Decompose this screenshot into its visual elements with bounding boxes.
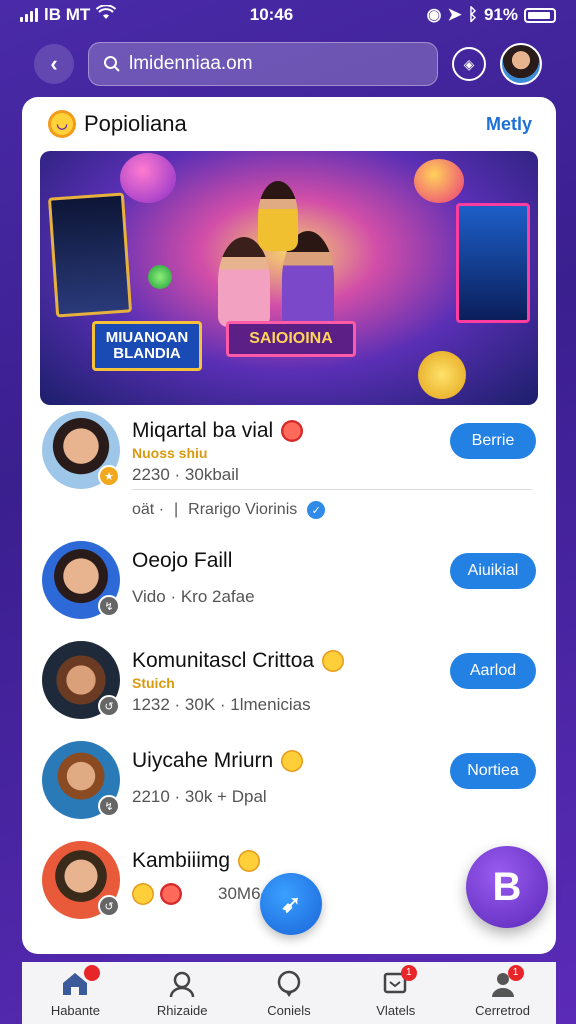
banner-image[interactable]: MIUANOAN BLANDIA SAIOIOINA xyxy=(40,151,538,405)
card-header: ◡ Popioliana Metly xyxy=(22,97,556,151)
back-button[interactable]: ‹ xyxy=(34,44,74,84)
nav-item-search[interactable]: Rhizaide xyxy=(137,969,227,1018)
status-bar: lB MT 10:46 ◉ ➤ ᛒ 91% xyxy=(0,0,576,30)
avatar: ↯ xyxy=(42,541,120,619)
banner-balloon xyxy=(120,153,176,203)
nav-badge: 1 xyxy=(400,964,417,981)
banner-coin xyxy=(418,351,466,399)
nav-item-comments[interactable]: Coniels xyxy=(244,969,334,1018)
emoji-icon xyxy=(322,650,345,672)
nav-label: Cerretrod xyxy=(475,1002,531,1018)
main-card: ◡ Popioliana Metly MIUANOAN BLANDIA SAIO… xyxy=(22,97,556,954)
list-item-meta: 2210 · 30k + Dpal xyxy=(132,787,267,806)
fab-label: B xyxy=(492,864,522,909)
profile-avatar[interactable] xyxy=(500,43,542,85)
list-item-name: Komunitascl Crittoa xyxy=(132,649,315,672)
emoji-icon xyxy=(281,420,304,442)
wifi-icon xyxy=(96,3,117,26)
nav-badge xyxy=(84,964,101,981)
emoji-icon xyxy=(160,883,182,905)
status-right: ◉ ➤ ᛒ 91% xyxy=(427,5,556,25)
status-left: lB MT xyxy=(20,3,117,26)
badge-icon: ↯ xyxy=(98,795,120,817)
card-title: Popioliana xyxy=(84,111,187,136)
nav-label: Vlatels xyxy=(376,1002,416,1018)
banner-person xyxy=(218,237,270,327)
more-link[interactable]: Metly xyxy=(486,114,532,135)
list-item-meta: 1232 · 30K · 1lmenicias xyxy=(132,695,311,714)
banner-person xyxy=(258,181,298,251)
chevron-left-icon: ‹ xyxy=(50,51,58,76)
list-item-name: Oeojo Faill xyxy=(132,549,233,572)
chat-bubble-icon xyxy=(274,969,304,999)
nav-item-home[interactable]: Habante xyxy=(30,964,120,1018)
channel-list: ★ Miqartal ba vial Nuoss shiu 2230 · 30k… xyxy=(22,405,556,935)
share-icon: ➹ xyxy=(280,890,302,918)
filter-icon: ◈ xyxy=(463,55,475,72)
avatar: ↯ xyxy=(42,741,120,819)
share-fab[interactable]: ➹ xyxy=(260,873,322,935)
follow-button[interactable]: Nortiea xyxy=(450,753,536,789)
filter-button[interactable]: ◈ xyxy=(452,47,486,81)
list-item-name: Kambiiimg xyxy=(132,849,231,872)
user-search-icon xyxy=(167,969,197,999)
card-title-group: ◡ Popioliana xyxy=(48,110,187,138)
badge-icon: ★ xyxy=(98,465,120,487)
list-item-subrow: oät · | Rrarigo Viorinis ✓ xyxy=(132,501,326,519)
bottom-nav: Habante Rhizaide Coniels 1 Vlatels 1 Cer… xyxy=(22,962,556,1024)
nav-label: Habante xyxy=(50,1002,100,1018)
badge-icon: ↯ xyxy=(98,595,120,617)
battery-icon xyxy=(524,7,556,23)
badge-icon: ↺ xyxy=(98,695,120,717)
carrier-label: lB MT xyxy=(44,5,91,24)
search-box[interactable] xyxy=(88,42,438,86)
banner-orb xyxy=(148,265,172,289)
banner-sign-left: MIUANOAN BLANDIA xyxy=(92,321,202,371)
nav-badge: 1 xyxy=(507,964,524,981)
verified-icon: ✓ xyxy=(307,501,326,519)
emoji-icon xyxy=(238,850,261,872)
list-item[interactable]: ↯ Oeojo Faill Vido · Kro 2afae Aiuikial xyxy=(22,535,556,635)
banner-sign-center: SAIOIOINA xyxy=(226,321,356,357)
emoji-icon xyxy=(132,883,154,905)
list-item-name: Miqartal ba vial xyxy=(132,419,274,442)
follow-button[interactable]: Aarlod xyxy=(450,653,536,689)
location-icon: ➤ xyxy=(447,5,462,24)
list-item[interactable]: ↺ Komunitascl Crittoa Stuich 1232 · 30K … xyxy=(22,635,556,735)
list-item[interactable]: ↯ Uiycahe Mriurn 2210 · 30k + Dpal Norti… xyxy=(22,735,556,835)
status-time: 10:46 xyxy=(249,5,294,24)
subrow-right: Rrarigo Viorinis xyxy=(188,501,298,518)
nav-item-views[interactable]: 1 Vlatels xyxy=(351,964,441,1018)
emoji-icon xyxy=(281,750,304,772)
signal-icon xyxy=(20,8,38,22)
main-fab[interactable]: B xyxy=(466,846,548,928)
alarm-icon: ◉ xyxy=(426,5,442,24)
header: ‹ ◈ xyxy=(0,38,576,90)
banner-screen-left xyxy=(47,192,133,318)
banner-heart xyxy=(414,159,464,203)
avatar: ↺ xyxy=(42,641,120,719)
list-item-meta: 2230 · 30kbail xyxy=(132,465,239,484)
nav-label: Rhizaide xyxy=(156,1002,208,1018)
avatar: ↺ xyxy=(42,841,120,919)
avatar: ★ xyxy=(42,411,120,489)
banner-screen-right xyxy=(456,203,530,323)
list-item-name: Uiycahe Mriurn xyxy=(132,749,274,772)
smiley-icon: ◡ xyxy=(48,110,76,138)
nav-label: Coniels xyxy=(267,1002,311,1018)
subrow-separator: | xyxy=(174,501,179,518)
badge-icon: ↺ xyxy=(98,895,120,917)
divider xyxy=(132,489,532,490)
list-item-meta: Vido · Kro 2afae xyxy=(132,587,255,606)
bluetooth-icon: ᛒ xyxy=(467,5,478,24)
search-input[interactable] xyxy=(129,53,423,75)
follow-button[interactable]: Berrie xyxy=(450,423,536,459)
search-icon xyxy=(104,56,120,72)
nav-item-profile[interactable]: 1 Cerretrod xyxy=(458,964,548,1018)
follow-button[interactable]: Aiuikial xyxy=(450,553,536,589)
list-item[interactable]: ★ Miqartal ba vial Nuoss shiu 2230 · 30k… xyxy=(22,405,556,535)
battery-percent: 91% xyxy=(483,5,518,24)
subrow-left: oät · xyxy=(132,501,165,518)
